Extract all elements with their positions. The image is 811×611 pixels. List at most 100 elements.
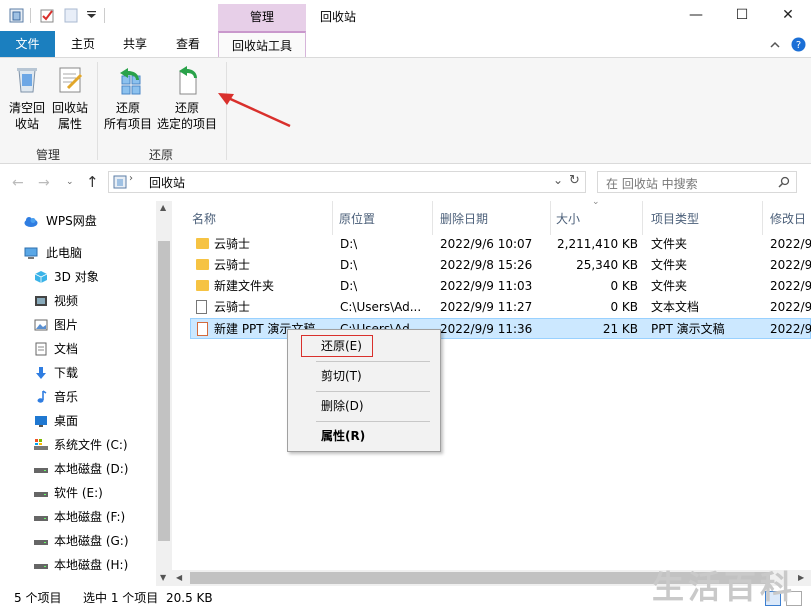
column-separator[interactable] (642, 201, 643, 235)
computer-icon (24, 247, 38, 259)
tab-share[interactable]: 共享 (112, 31, 158, 57)
system-drive-icon (34, 439, 48, 450)
tab-file[interactable]: 文件 (0, 31, 55, 57)
restore-all-button[interactable]: 还原 所有项目 (100, 64, 156, 132)
search-box[interactable]: 在 回收站 中搜索 (597, 171, 797, 193)
file-deleted-date: 2022/9/9 11:03 (440, 279, 533, 293)
file-location: C:\Users\Ad... (340, 300, 422, 314)
menu-item-delete[interactable]: 删除(D) (321, 396, 364, 416)
menu-separator (316, 361, 430, 362)
drive-icon (34, 540, 48, 545)
restore-selected-icon (179, 66, 197, 95)
properties-icon (59, 67, 83, 93)
refresh-icon[interactable]: ↻ (569, 173, 580, 188)
column-separator[interactable] (332, 201, 333, 235)
column-separator[interactable] (432, 201, 433, 235)
group-label-restore: 还原 (149, 148, 174, 162)
restore-all-icon (120, 68, 141, 95)
nav-scrollbar[interactable]: ▲ ▼ (156, 201, 172, 586)
scroll-down-icon[interactable]: ▼ (160, 573, 166, 582)
bin-properties-button[interactable]: 回收站 属性 (47, 64, 93, 132)
file-row[interactable]: 新建文件夹 D:\ 2022/9/9 11:03 0 KB 文件夹 2022/9 (190, 276, 811, 297)
back-arrow-icon[interactable]: ← (12, 175, 24, 191)
scroll-thumb[interactable] (158, 241, 170, 541)
new-folder-qa-icon[interactable] (64, 8, 79, 23)
qa-divider (30, 8, 31, 23)
scroll-left-icon[interactable]: ◀ (176, 573, 182, 582)
restore-all-label-2: 所有项目 (103, 117, 152, 131)
close-button[interactable]: ✕ (765, 0, 811, 31)
scroll-up-icon[interactable]: ▲ (160, 203, 166, 212)
tab-home[interactable]: 主页 (60, 31, 106, 57)
empty-recycle-bin-button[interactable]: 清空回 收站 (4, 64, 50, 132)
svg-text:?: ? (796, 40, 801, 51)
qa-divider (104, 8, 105, 23)
file-row[interactable]: 云骑士 D:\ 2022/9/6 10:07 2,211,410 KB 文件夹 … (190, 234, 811, 255)
column-header-delete-date[interactable]: 删除日期 (440, 207, 488, 231)
maximize-button[interactable]: ☐ (719, 0, 765, 31)
menu-separator (316, 391, 430, 392)
3d-cube-icon (34, 271, 48, 283)
text-document-icon (196, 300, 207, 314)
nav-label: 本地磁盘 (F:) (54, 510, 126, 524)
watermark: 生活百科 (652, 568, 797, 606)
properties-check-icon[interactable] (40, 8, 55, 23)
minimize-button[interactable]: — (673, 0, 719, 31)
title-bar: 管理 回收站 — ☐ ✕ (0, 0, 811, 32)
ppt-document-icon (197, 322, 208, 336)
column-header-name[interactable]: 名称 (192, 207, 216, 231)
recycle-bin-path-icon (113, 175, 127, 189)
column-separator[interactable] (550, 201, 551, 235)
file-location: D:\ (340, 279, 358, 293)
search-icon[interactable] (778, 176, 790, 188)
ribbon-group-separator (97, 62, 98, 160)
forward-arrow-icon[interactable]: → (38, 175, 50, 191)
scroll-right-icon[interactable]: ▶ (798, 573, 804, 582)
menu-item-restore[interactable]: 还原(E) (321, 336, 362, 356)
file-type: 文件夹 (651, 279, 688, 293)
menu-item-cut[interactable]: 剪切(T) (321, 366, 362, 386)
video-icon (35, 296, 47, 306)
file-size: 2,211,410 KB (557, 237, 638, 251)
menu-separator (316, 421, 430, 422)
qa-dropdown-icon[interactable] (84, 8, 99, 23)
help-icon[interactable]: ? (791, 37, 806, 52)
column-header-modified[interactable]: 修改日 (770, 207, 806, 231)
recent-dropdown-icon[interactable]: ⌄ (66, 177, 74, 187)
tab-view[interactable]: 查看 (165, 31, 211, 57)
column-header-type[interactable]: 项目类型 (651, 207, 699, 231)
document-icon (35, 342, 47, 356)
nav-label: 此电脑 (46, 246, 83, 260)
address-dropdown-icon[interactable]: ⌄ (553, 173, 563, 187)
file-modified: 2022/9 (770, 322, 811, 336)
file-explorer-window: { "window": { "title": "回收站", "context_t… (0, 0, 811, 611)
drive-icon (34, 564, 48, 569)
file-type: 文件夹 (651, 237, 688, 251)
path-separator-icon: › (129, 173, 133, 184)
file-row-selected[interactable]: 新建 PPT 演示文稿 C:\Users\Ad... 2022/9/9 11:3… (190, 318, 811, 339)
nav-label: 系统文件 (C:) (54, 438, 128, 452)
file-row[interactable]: 云骑士 C:\Users\Ad... 2022/9/9 11:27 0 KB 文… (190, 297, 811, 318)
item-count: 5 个项目 (14, 591, 62, 605)
nav-label: 下载 (54, 366, 79, 380)
nav-label: 本地磁盘 (H:) (54, 558, 129, 572)
file-row[interactable]: 云骑士 D:\ 2022/9/8 15:26 25,340 KB 文件夹 202… (190, 255, 811, 276)
empty-bin-icon (17, 68, 37, 93)
folder-icon (196, 280, 209, 291)
menu-item-properties[interactable]: 属性(R) (321, 426, 365, 446)
file-name: 新建文件夹 (214, 279, 275, 293)
column-header-location[interactable]: 原位置 (339, 207, 375, 231)
column-header-size[interactable]: 大小 (556, 207, 580, 231)
collapse-ribbon-icon[interactable] (769, 39, 781, 51)
address-bar[interactable]: › 回收站 ⌄ ↻ (108, 171, 586, 193)
up-arrow-icon[interactable]: ↑ (86, 173, 99, 191)
drive-icon (34, 516, 48, 521)
selected-size: 20.5 KB (166, 591, 213, 605)
file-name: 云骑士 (214, 258, 251, 272)
column-separator[interactable] (762, 201, 763, 235)
tab-recycle-bin-tools[interactable]: 回收站工具 (218, 31, 306, 57)
nav-label: 3D 对象 (54, 270, 99, 284)
drive-icon (34, 492, 48, 497)
file-modified: 2022/9 (770, 237, 811, 251)
file-modified: 2022/9 (770, 279, 811, 293)
